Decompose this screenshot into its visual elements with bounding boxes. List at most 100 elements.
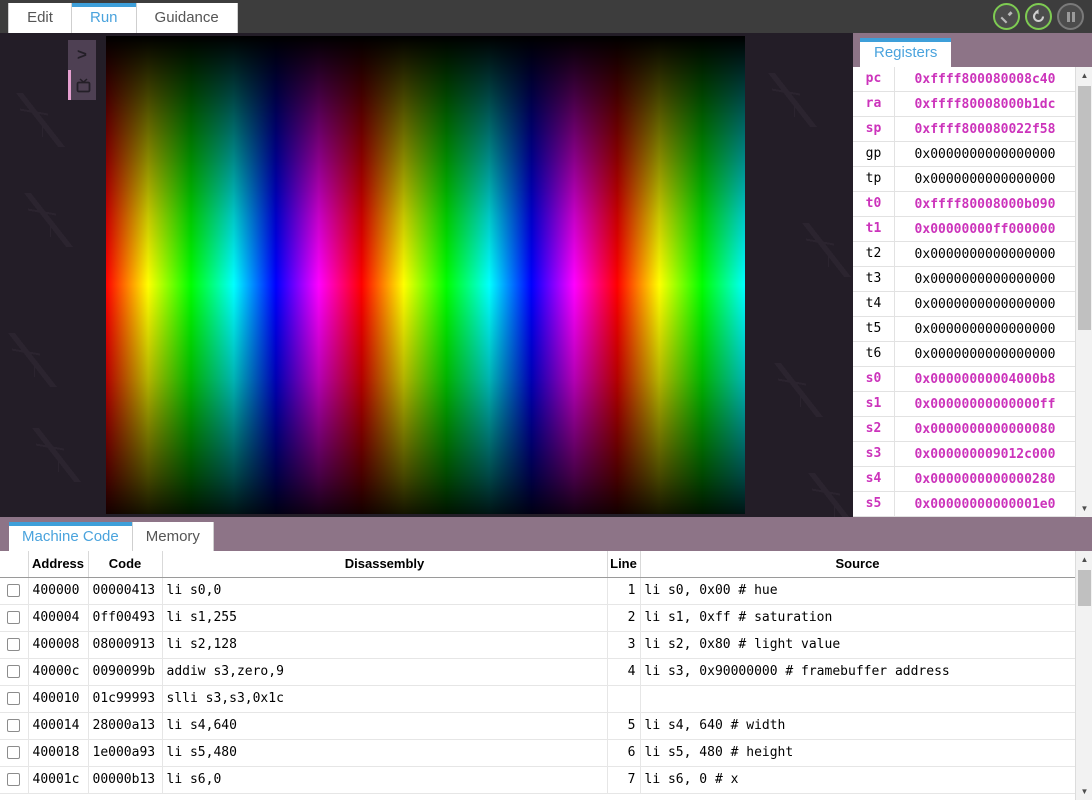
code-cell: 00000413 [88,577,163,605]
register-value: 0x000000009012c000 [914,446,1056,462]
breakpoint-checkbox[interactable] [7,638,21,651]
code-cell: 08000913 [88,631,163,659]
tab-guidance[interactable]: Guidance [136,3,238,33]
registers-scrollbar-thumb[interactable] [1078,86,1091,330]
build-button[interactable] [993,3,1020,30]
register-name: s5 [853,491,895,517]
tab-machine-code-label: Machine Code [22,528,119,545]
registers-tab-strip: Registers [860,38,952,67]
source-cell: li s5, 480 # height [640,739,1076,767]
framebuffer-canvas [106,36,745,514]
register-value: 0x00000000004000b8 [914,371,1056,387]
pause-icon [1066,11,1075,22]
tab-run[interactable]: Run [72,3,137,33]
decorative-leaf [806,473,860,517]
line-cell: 6 [607,739,641,767]
registers-panel: Registers pc 0xffff800080008c40 ra 0xffff80… [853,33,1092,517]
breakpoint-cell[interactable] [0,766,29,794]
table-row[interactable]: 400018 1e000a93 li s5,480 6 li s5, 480 # hei… [0,739,1076,767]
register-value: 0x0000000000000000 [914,171,1056,187]
line-cell [607,685,641,713]
console-button[interactable]: > [68,40,96,70]
decorative-leaf [30,428,84,482]
breakpoint-cell[interactable] [0,712,29,740]
display-button[interactable] [68,70,96,100]
decorative-leaf [6,333,60,387]
table-row[interactable]: 400010 01c99993 slli s3,s3,0x1c [0,685,1076,713]
machine-code-scrollbar[interactable]: ▲ ▼ [1075,551,1092,800]
table-row[interactable]: 40000c 0090099b addiw s3,zero,9 4 li s3, 0x9… [0,658,1076,686]
register-name: t0 [853,191,895,217]
register-value: 0x0000000000000000 [914,346,1056,362]
table-row[interactable]: 400004 0ff00493 li s1,255 2 li s1, 0xff # sa… [0,604,1076,632]
register-row: pc 0xffff800080008c40 [853,67,1075,92]
tab-edit-label: Edit [27,9,53,26]
column-header-source[interactable]: Source [640,551,1076,578]
breakpoint-checkbox[interactable] [7,611,21,624]
register-name: t4 [853,291,895,317]
table-row[interactable]: 400000 00000413 li s0,0 1 li s0, 0x00 # hue [0,577,1076,605]
table-row[interactable]: 40001c 00000b13 li s6,0 7 li s6, 0 # x [0,766,1076,794]
machine-code-table: Address Code Disassembly Line Source 400000 0… [0,551,1076,794]
breakpoint-cell[interactable] [0,739,29,767]
source-cell: li s3, 0x90000000 # framebuffer address [640,658,1076,686]
column-header-disassembly[interactable]: Disassembly [162,551,608,578]
register-value: 0xffff80008000b1dc [914,96,1056,112]
line-cell: 5 [607,712,641,740]
machine-code-table-container[interactable]: Address Code Disassembly Line Source 400000 0… [0,551,1092,800]
breakpoint-checkbox[interactable] [7,584,21,597]
registers-scrollbar[interactable]: ▲ ▼ [1075,67,1092,517]
code-cell: 0090099b [88,658,163,686]
registers-list[interactable]: pc 0xffff800080008c40 ra 0xffff80008000b1dc… [853,67,1075,517]
breakpoint-checkbox[interactable] [7,746,21,759]
register-name: t3 [853,266,895,292]
register-row: sp 0xffff800080022f58 [853,116,1075,142]
scroll-down-icon[interactable]: ▼ [1076,500,1092,517]
column-header-line[interactable]: Line [607,551,641,578]
disassembly-cell: li s6,0 [162,766,608,794]
register-row: s5 0x00000000000001e0 [853,491,1075,517]
register-row: t0 0xffff80008000b090 [853,191,1075,217]
column-header-code[interactable]: Code [88,551,163,578]
column-header-select[interactable] [0,551,29,578]
register-name: s0 [853,366,895,392]
breakpoint-cell[interactable] [0,658,29,686]
register-name: tp [853,166,895,192]
register-name: t1 [853,216,895,242]
register-name: t6 [853,341,895,367]
scroll-up-icon[interactable]: ▲ [1076,551,1092,568]
tab-memory[interactable]: Memory [132,522,214,551]
table-row[interactable]: 400008 08000913 li s2,128 3 li s2, 0x80 # li… [0,631,1076,659]
tab-registers[interactable]: Registers [860,38,952,67]
breakpoint-cell[interactable] [0,631,29,659]
breakpoint-cell[interactable] [0,685,29,713]
restart-button[interactable] [1025,3,1052,30]
code-cell: 1e000a93 [88,739,163,767]
table-row[interactable]: 400014 28000a13 li s4,640 5 li s4, 640 # wid… [0,712,1076,740]
line-cell: 2 [607,604,641,632]
pause-button [1057,3,1084,30]
machine-code-scrollbar-thumb[interactable] [1078,570,1091,606]
bottom-tab-strip: Machine Code Memory [9,522,214,551]
tab-edit[interactable]: Edit [8,3,72,33]
breakpoint-checkbox[interactable] [7,665,21,678]
breakpoint-checkbox[interactable] [7,719,21,732]
breakpoint-checkbox[interactable] [7,692,21,705]
decorative-leaf [14,93,68,147]
column-header-address[interactable]: Address [28,551,89,578]
register-name: t5 [853,316,895,342]
register-row: s0 0x00000000004000b8 [853,366,1075,392]
register-row: t1 0x00000000ff000000 [853,216,1075,242]
scroll-down-icon[interactable]: ▼ [1076,783,1092,800]
register-value: 0x00000000000001e0 [914,496,1056,512]
register-row: t5 0x0000000000000000 [853,316,1075,342]
source-cell: li s6, 0 # x [640,766,1076,794]
tab-machine-code[interactable]: Machine Code [9,522,133,551]
address-cell: 400018 [28,739,89,767]
register-row: s4 0x0000000000000280 [853,466,1075,492]
address-cell: 400004 [28,604,89,632]
breakpoint-checkbox[interactable] [7,773,21,786]
breakpoint-cell[interactable] [0,577,29,605]
breakpoint-cell[interactable] [0,604,29,632]
scroll-up-icon[interactable]: ▲ [1076,67,1092,84]
